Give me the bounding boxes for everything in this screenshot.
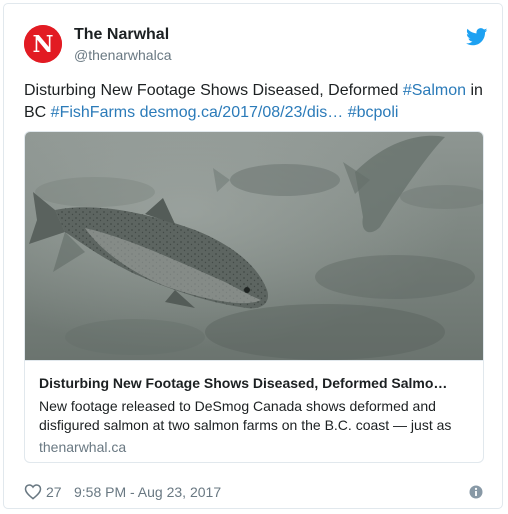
heart-icon[interactable] <box>24 483 42 500</box>
tweet-text-segment: Disturbing New Footage Shows Diseased, D… <box>24 82 403 99</box>
hashtag-salmon[interactable]: #Salmon <box>403 82 466 99</box>
author-handle[interactable]: @thenarwhalca <box>74 47 172 63</box>
card-image-underwater-salmon[interactable] <box>25 132 483 360</box>
twitter-bird-icon[interactable] <box>466 28 488 46</box>
embedded-tweet: N The Narwhal @thenarwhalca Disturbing N… <box>3 3 503 509</box>
article-link[interactable]: desmog.ca/2017/08/23/dis… <box>140 104 344 121</box>
tweet-timestamp[interactable]: 9:58 PM - Aug 23, 2017 <box>74 484 221 500</box>
like-count[interactable]: 27 <box>46 484 62 500</box>
narwhal-logo-icon: N <box>24 25 62 63</box>
tweet-text: Disturbing New Footage Shows Diseased, D… <box>24 80 486 124</box>
avatar-letter: N <box>32 31 53 58</box>
author-name[interactable]: The Narwhal <box>74 26 169 44</box>
card-domain: thenarwhal.ca <box>39 439 127 455</box>
hashtag-fishfarms[interactable]: #FishFarms <box>51 104 135 121</box>
info-icon[interactable] <box>469 485 483 499</box>
avatar[interactable]: N <box>24 25 62 63</box>
card-description: New footage released to DeSmog Canada sh… <box>39 398 452 433</box>
link-preview-card[interactable]: Disturbing New Footage Shows Diseased, D… <box>24 131 484 463</box>
card-body[interactable]: Disturbing New Footage Shows Diseased, D… <box>25 360 483 462</box>
tweet-footer: 27 9:58 PM - Aug 23, 2017 <box>24 482 486 502</box>
card-title[interactable]: Disturbing New Footage Shows Diseased, D… <box>39 375 469 391</box>
hashtag-bcpoli[interactable]: #bcpoli <box>348 104 399 121</box>
